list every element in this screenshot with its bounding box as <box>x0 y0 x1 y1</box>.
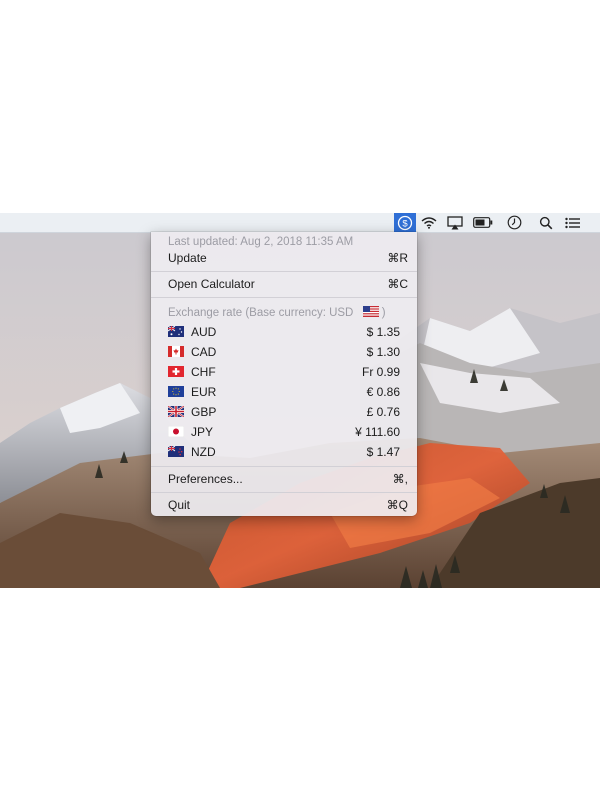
rate-row-chf[interactable]: CHF Fr 0.99 <box>151 363 417 381</box>
clock-icon[interactable] <box>503 213 525 232</box>
airplay-icon[interactable] <box>444 213 466 232</box>
update-label: Update <box>168 251 207 265</box>
australia-flag-icon <box>168 326 184 337</box>
rate-row-gbp[interactable]: GBP £ 0.76 <box>151 403 417 421</box>
menu-separator <box>151 297 417 298</box>
currency-code: CAD <box>191 345 217 359</box>
battery-icon[interactable] <box>472 213 494 232</box>
currency-value: Fr 0.99 <box>361 365 400 379</box>
quit-menu-item[interactable]: Quit ⌘Q <box>151 496 417 514</box>
currency-value: $ 1.35 <box>366 325 400 339</box>
currency-value: € 0.86 <box>366 385 400 399</box>
currency-code: EUR <box>191 385 217 399</box>
update-menu-item[interactable]: Update ⌘R <box>151 249 417 267</box>
quit-label: Quit <box>168 498 191 512</box>
currency-code: NZD <box>191 445 216 459</box>
preferences-label: Preferences... <box>168 472 243 486</box>
preferences-menu-item[interactable]: Preferences... ⌘, <box>151 470 417 488</box>
currency-value: ¥ 111.60 <box>355 425 400 439</box>
preferences-shortcut: ⌘, <box>392 472 408 486</box>
open-calculator-shortcut: ⌘C <box>387 277 408 291</box>
canada-flag-icon <box>168 346 184 357</box>
update-shortcut: ⌘R <box>387 251 408 265</box>
open-calculator-label: Open Calculator <box>168 277 255 291</box>
menu-bar: $ <box>0 213 600 233</box>
exchange-rate-header-close: ) <box>381 306 386 319</box>
exchange-rate-header-text: Exchange rate (Base currency: USD <box>168 306 354 319</box>
spotlight-search-icon[interactable] <box>535 213 557 232</box>
svg-text:$: $ <box>402 218 408 229</box>
exchange-rate-header-label: Exchange rate (Base currency: USD ) <box>168 305 386 319</box>
rate-row-nzd[interactable]: NZD $ 1.47 <box>151 443 417 461</box>
rate-row-aud[interactable]: AUD $ 1.35 <box>151 323 417 341</box>
currency-value: $ 1.47 <box>366 445 400 459</box>
japan-flag-icon <box>168 426 184 437</box>
uk-flag-icon <box>168 406 184 417</box>
eu-flag-icon <box>168 386 184 397</box>
currency-converter-icon[interactable]: $ <box>394 213 416 232</box>
currency-code: CHF <box>191 365 216 379</box>
currency-value: $ 1.30 <box>366 345 400 359</box>
open-calculator-menu-item[interactable]: Open Calculator ⌘C <box>151 275 417 293</box>
new-zealand-flag-icon <box>168 446 184 457</box>
rate-row-eur[interactable]: EUR € 0.86 <box>151 383 417 401</box>
exchange-rate-header: Exchange rate (Base currency: USD ) <box>151 303 417 321</box>
currency-code: JPY <box>191 425 214 439</box>
rate-row-jpy[interactable]: JPY ¥ 111.60 <box>151 423 417 441</box>
currency-dropdown-menu: Last updated: Aug 2, 2018 11:35 AM Updat… <box>151 232 417 516</box>
menu-separator <box>151 271 417 272</box>
currency-code: AUD <box>191 325 217 339</box>
rate-row-cad[interactable]: CAD $ 1.30 <box>151 343 417 361</box>
last-updated-label: Last updated: Aug 2, 2018 11:35 AM <box>168 236 354 248</box>
notification-center-icon[interactable] <box>562 213 584 232</box>
wifi-icon[interactable] <box>418 213 440 232</box>
menu-separator <box>151 492 417 493</box>
currency-value: £ 0.76 <box>366 405 400 419</box>
usa-flag-icon <box>362 305 379 317</box>
switzerland-flag-icon <box>168 366 184 377</box>
currency-code: GBP <box>191 405 217 419</box>
quit-shortcut: ⌘Q <box>386 498 408 512</box>
menu-separator <box>151 466 417 467</box>
